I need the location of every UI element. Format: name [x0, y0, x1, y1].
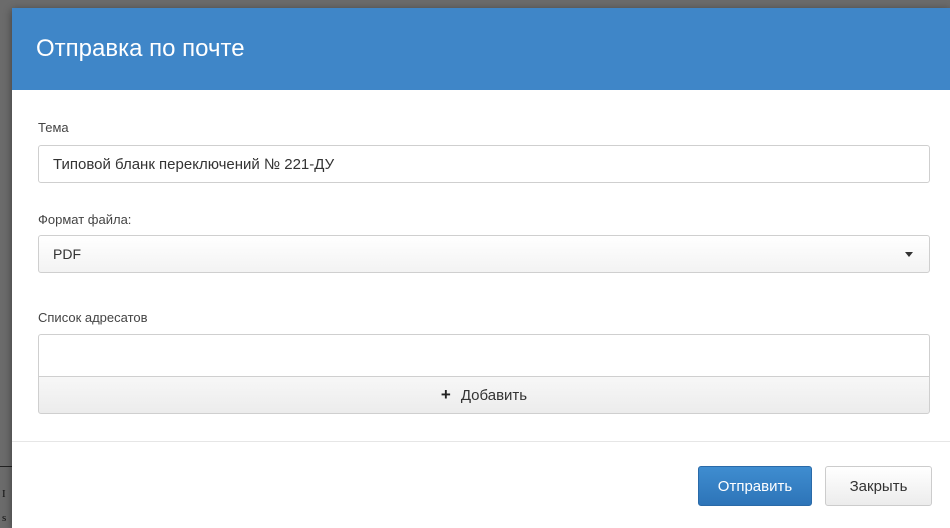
subject-label: Тема: [38, 120, 69, 135]
background-divider: [0, 466, 12, 467]
file-format-label: Формат файла:: [38, 212, 132, 227]
subject-input[interactable]: [38, 145, 930, 183]
caret-down-icon: [905, 251, 913, 257]
footer-divider: [12, 441, 950, 442]
dialog-title: Отправка по почте: [36, 35, 245, 62]
background-text-fragment: I: [2, 488, 6, 500]
send-button[interactable]: Отправить: [698, 466, 812, 506]
recipients-label: Список адресатов: [38, 310, 148, 325]
plus-icon: +: [440, 385, 451, 404]
file-format-selected-value: PDF: [53, 246, 81, 262]
dialog-header: Отправка по почте: [12, 8, 950, 90]
add-recipient-button[interactable]: + Добавить: [38, 376, 930, 414]
recipients-list[interactable]: [38, 334, 930, 376]
file-format-select[interactable]: PDF: [38, 235, 930, 273]
mail-dialog: Отправка по почте Тема Формат файла: PDF…: [12, 8, 950, 528]
background-text-fragment: s: [2, 512, 7, 524]
close-button[interactable]: Закрыть: [825, 466, 932, 506]
add-recipient-label: Добавить: [460, 386, 528, 404]
